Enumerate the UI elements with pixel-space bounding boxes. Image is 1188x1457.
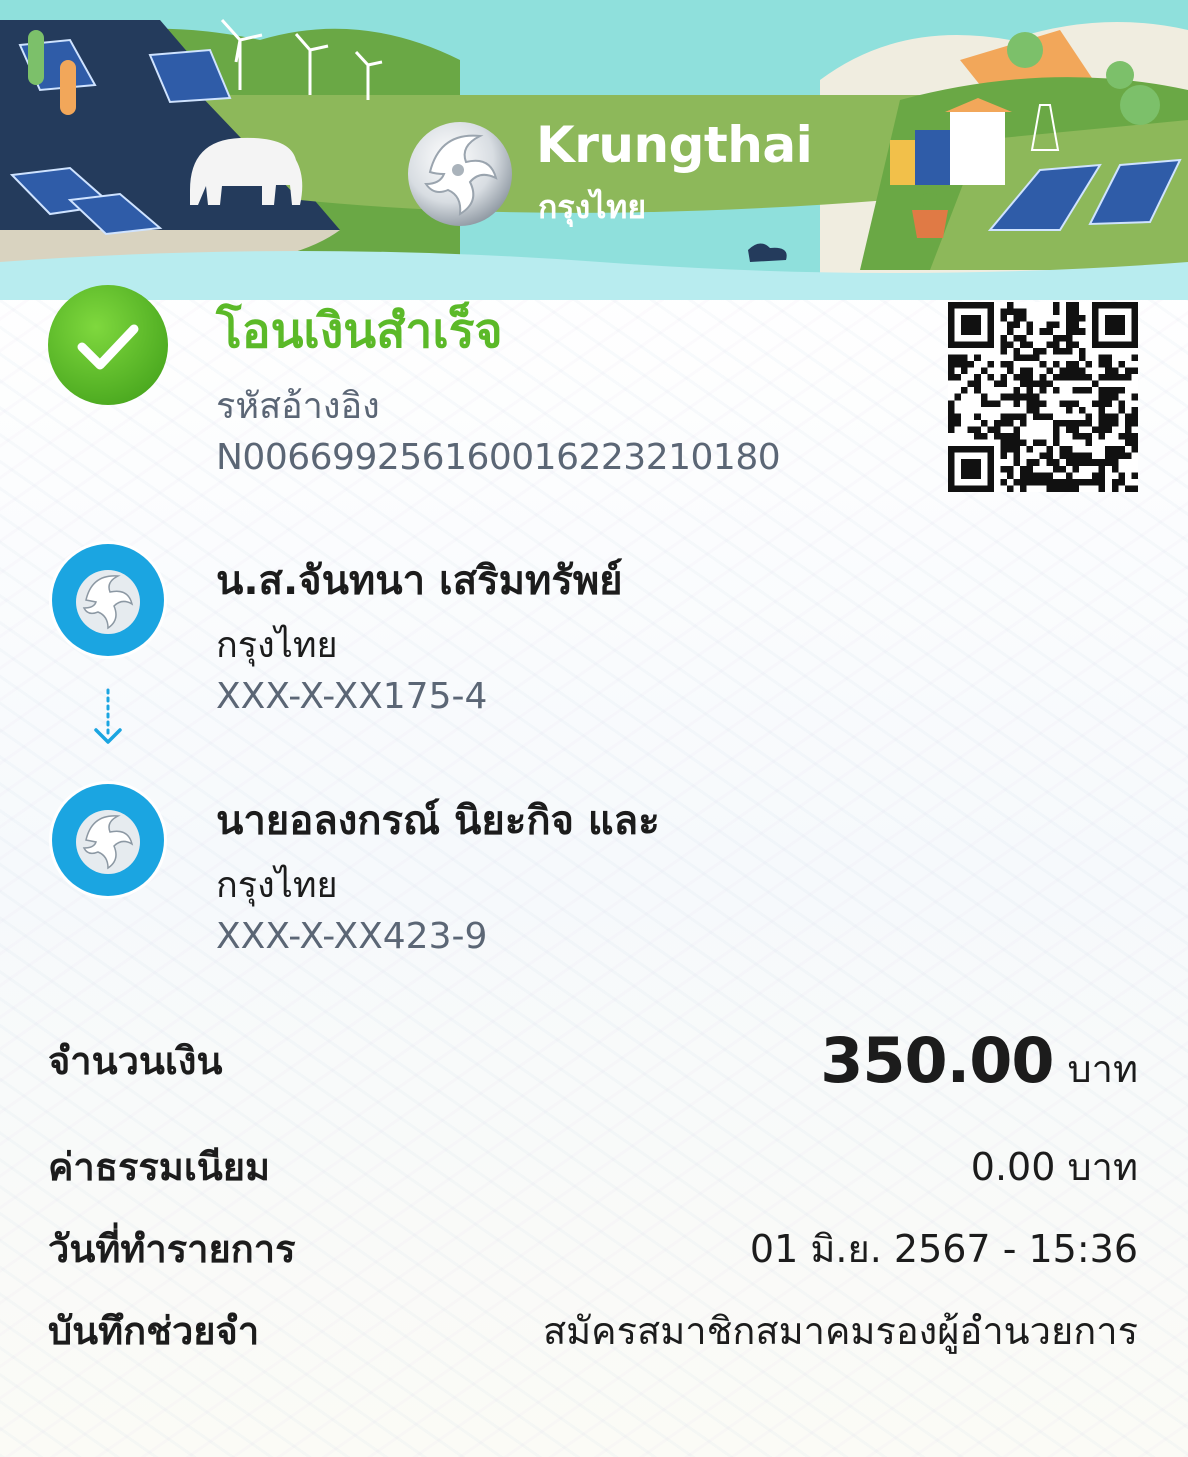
reference-number: N006699256160016223210180 — [216, 437, 781, 478]
status-title: โอนเงินสำเร็จ — [216, 303, 503, 359]
amount-value-row: 350.00 บาท — [820, 1024, 1138, 1099]
sender-account: XXX-X-XX175-4 — [216, 676, 488, 717]
memo-value: สมัครสมาชิกสมาคมรองผู้อำนวยการ — [542, 1309, 1138, 1353]
memo-label: บันทึกช่วยจำ — [48, 1309, 260, 1353]
amount-unit: บาท — [1067, 1047, 1138, 1091]
amount-label: จำนวนเงิน — [48, 1039, 223, 1083]
fee-label: ค่าธรรมเนียม — [48, 1145, 271, 1189]
brand-name-th: กรุงไทย — [538, 188, 647, 226]
krungthai-phoenix-icon — [408, 122, 512, 226]
date-label: วันที่ทำรายการ — [48, 1227, 296, 1271]
krungthai-brand: Krungthai กรุงไทย — [400, 112, 813, 242]
brand-name-en: Krungthai — [536, 116, 813, 174]
sender-bank: กรุงไทย — [216, 625, 338, 666]
date-value: 01 มิ.ย. 2567 - 15:36 — [749, 1227, 1138, 1271]
dotted-arrow-down-icon — [94, 688, 122, 744]
fee-value: 0.00 บาท — [970, 1145, 1138, 1189]
reference-label: รหัสอ้างอิง — [216, 386, 380, 427]
receiver-account: XXX-X-XX423-9 — [216, 916, 488, 957]
sender-name: น.ส.จันทนา เสริมทรัพย์ — [216, 558, 623, 604]
amount-value: 350.00 — [820, 1024, 1054, 1097]
qr-code-icon[interactable] — [948, 302, 1138, 492]
check-circle-icon — [48, 285, 168, 405]
receiver-name: นายอลงกรณ์ นิยะกิจ และ — [216, 798, 660, 844]
sender-bank-icon — [49, 541, 167, 659]
receiver-bank-icon — [49, 781, 167, 899]
receiver-bank: กรุงไทย — [216, 865, 338, 906]
